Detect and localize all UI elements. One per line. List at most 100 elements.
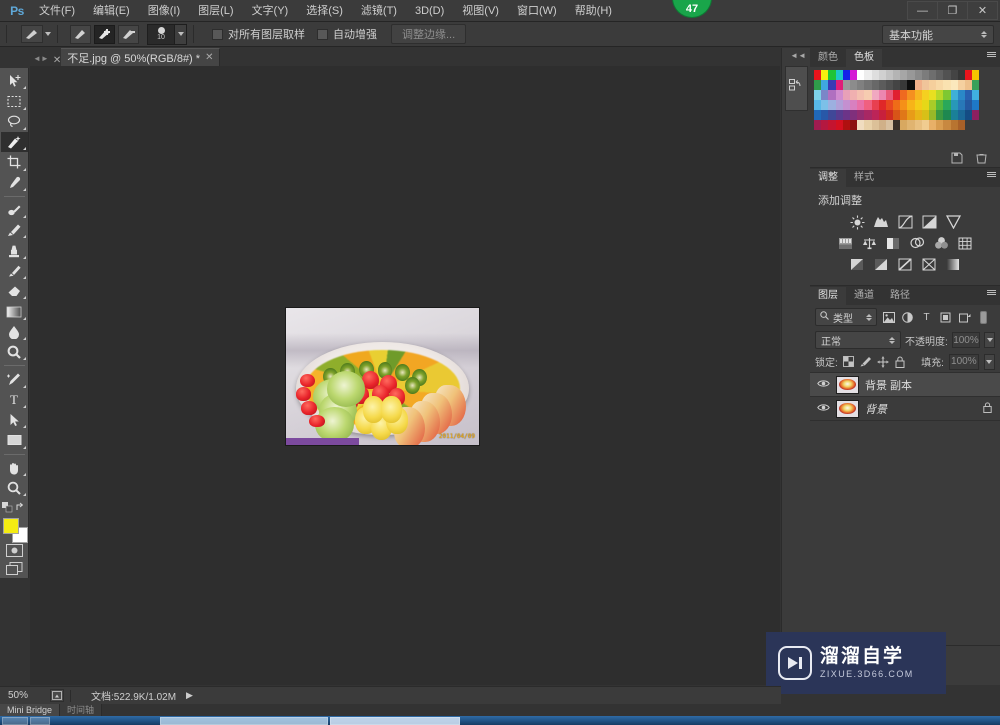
color-swatch[interactable]	[871, 80, 879, 90]
tab-channels[interactable]: 通道	[846, 287, 882, 305]
posterize-icon[interactable]	[872, 256, 890, 272]
tab-timeline[interactable]: 时间轴	[60, 704, 103, 716]
chevron-down-icon[interactable]	[45, 32, 51, 36]
layers-list-empty-space[interactable]	[810, 421, 1000, 645]
color-swatch[interactable]	[828, 110, 836, 120]
menu-window[interactable]: 窗口(W)	[508, 1, 566, 21]
color-swatch[interactable]	[857, 80, 865, 90]
color-swatch[interactable]	[835, 120, 843, 130]
lasso-tool[interactable]	[1, 112, 28, 132]
color-swatch[interactable]	[972, 70, 980, 80]
color-swatch[interactable]	[972, 90, 980, 100]
color-swatch[interactable]	[871, 120, 879, 130]
color-swatch[interactable]	[821, 70, 829, 80]
brush-size-dropdown-icon[interactable]	[174, 24, 186, 44]
lock-all-icon[interactable]	[894, 355, 906, 368]
close-button[interactable]: ✕	[967, 1, 998, 20]
color-swatch[interactable]	[907, 80, 915, 90]
color-swatch[interactable]	[871, 100, 879, 110]
color-balance-icon[interactable]	[860, 235, 878, 251]
status-expand-icon[interactable]: ▶	[186, 690, 193, 701]
color-swatch[interactable]	[957, 90, 965, 100]
path-selection-tool[interactable]	[1, 410, 28, 430]
color-swatch[interactable]	[828, 120, 836, 130]
default-colors-icon[interactable]	[2, 502, 13, 513]
menu-filter[interactable]: 滤镜(T)	[352, 1, 406, 21]
color-swatch[interactable]	[907, 100, 915, 110]
brightness-contrast-icon[interactable]	[848, 214, 866, 230]
new-swatch-icon[interactable]	[950, 152, 963, 165]
color-swatch[interactable]	[907, 120, 915, 130]
color-swatch[interactable]	[914, 80, 922, 90]
color-swatches[interactable]	[1, 517, 28, 544]
tabstrip-close-icon[interactable]: ✕	[53, 55, 61, 66]
color-swatch[interactable]	[864, 80, 872, 90]
color-swatch[interactable]	[864, 70, 872, 80]
color-swatch[interactable]	[821, 80, 829, 90]
taskbar-start-button[interactable]	[2, 716, 28, 725]
color-swatch[interactable]	[814, 90, 822, 100]
foreground-color-swatch[interactable]	[2, 518, 19, 535]
color-swatch[interactable]	[842, 100, 850, 110]
color-swatch[interactable]	[885, 70, 894, 80]
gradient-tool[interactable]	[1, 301, 28, 321]
color-swatch[interactable]	[893, 70, 901, 80]
color-swatch[interactable]	[821, 110, 829, 120]
threshold-icon[interactable]	[896, 256, 914, 272]
color-swatch[interactable]	[821, 100, 829, 110]
new-selection-button[interactable]	[70, 24, 91, 44]
color-swatch[interactable]	[943, 120, 951, 130]
color-swatch[interactable]	[957, 110, 965, 120]
document-tab-close-icon[interactable]: ✕	[205, 52, 213, 63]
color-swatch[interactable]	[950, 120, 958, 130]
brush-preset-picker[interactable]	[21, 25, 51, 43]
quick-mask-button[interactable]	[1, 541, 28, 560]
eye-icon[interactable]	[816, 403, 830, 415]
screen-mode-button[interactable]	[1, 559, 28, 578]
color-swatch[interactable]	[878, 90, 886, 100]
dodge-tool[interactable]	[1, 342, 28, 362]
tab-styles[interactable]: 样式	[846, 169, 882, 187]
color-swatch[interactable]	[950, 110, 958, 120]
pen-tool[interactable]	[1, 369, 28, 389]
color-swatch[interactable]	[814, 70, 822, 80]
color-swatch[interactable]	[936, 100, 944, 110]
color-swatch[interactable]	[964, 70, 973, 80]
clone-stamp-tool[interactable]	[1, 240, 28, 260]
tab-color[interactable]: 颜色	[810, 49, 846, 67]
document-canvas[interactable]: 2011/04/09	[285, 307, 480, 446]
color-swatch[interactable]	[885, 80, 894, 90]
color-swatch[interactable]	[864, 120, 872, 130]
color-swatch[interactable]	[929, 70, 937, 80]
color-swatch[interactable]	[885, 120, 894, 130]
adjustments-panel-menu-icon[interactable]	[987, 172, 996, 177]
tab-adjustments[interactable]: 调整	[810, 169, 846, 187]
color-swatch[interactable]	[957, 100, 965, 110]
menu-help[interactable]: 帮助(H)	[566, 1, 621, 21]
table-row[interactable]: 背景	[810, 397, 1000, 421]
color-swatch[interactable]	[929, 90, 937, 100]
color-swatch[interactable]	[907, 90, 915, 100]
quick-selection-tool[interactable]	[0, 131, 28, 153]
color-swatch[interactable]	[828, 70, 836, 80]
filter-adjustment-icon[interactable]	[900, 309, 915, 325]
color-swatch[interactable]	[900, 90, 908, 100]
auto-enhance-option[interactable]: 自动增强	[317, 26, 377, 42]
restore-button[interactable]: ❐	[937, 1, 968, 20]
crop-tool[interactable]	[1, 152, 28, 172]
color-swatch[interactable]	[871, 90, 879, 100]
color-swatch[interactable]	[950, 80, 958, 90]
eraser-tool[interactable]	[1, 281, 28, 301]
color-swatch[interactable]	[871, 110, 879, 120]
color-swatch[interactable]	[849, 110, 858, 120]
color-swatch[interactable]	[864, 110, 872, 120]
tab-drag-handle-icon[interactable]: ◄►	[30, 54, 53, 66]
dock-expand-icon[interactable]: ◄◄	[782, 48, 810, 60]
filter-smart-object-icon[interactable]	[957, 309, 972, 325]
rectangle-shape-tool[interactable]	[1, 430, 28, 450]
menu-edit[interactable]: 编辑(E)	[84, 1, 139, 21]
menu-layer[interactable]: 图层(L)	[189, 1, 242, 21]
color-swatch[interactable]	[900, 80, 908, 90]
blur-tool[interactable]	[1, 322, 28, 342]
color-swatch[interactable]	[929, 120, 937, 130]
